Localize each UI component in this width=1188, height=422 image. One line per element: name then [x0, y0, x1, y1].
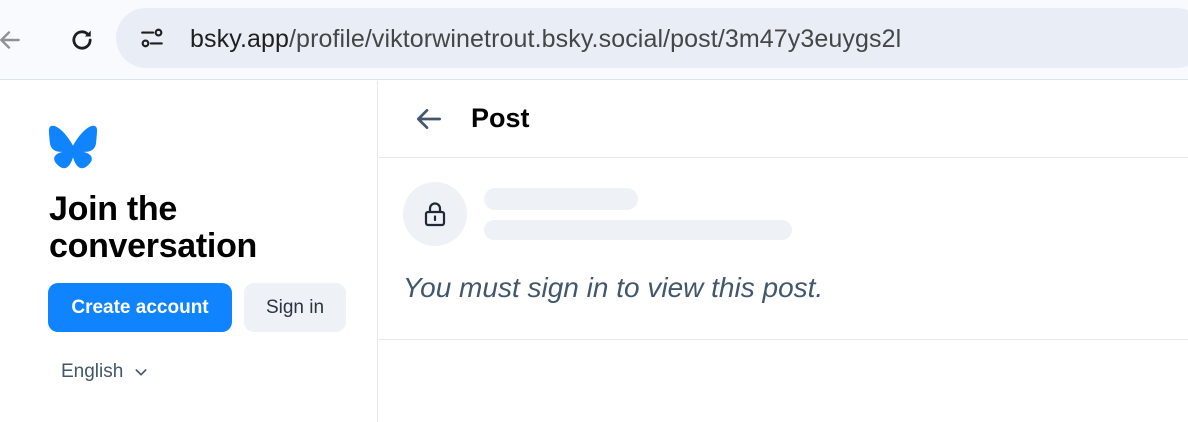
join-title: Join the conversation: [49, 190, 258, 265]
create-account-button[interactable]: Create account: [48, 283, 232, 332]
chevron-down-icon: [135, 369, 147, 376]
language-selector[interactable]: English: [61, 359, 149, 385]
left-sidebar: Join the conversation Create account Sig…: [0, 81, 378, 422]
lock-icon: [424, 202, 446, 227]
back-button[interactable]: [409, 101, 449, 137]
browser-back-button[interactable]: [0, 18, 32, 62]
url-host: bsky.app: [190, 25, 290, 53]
site-info-button[interactable]: [136, 22, 168, 54]
url-path: /profile/viktorwinetrout.bsky.social/pos…: [289, 25, 902, 53]
sign-in-required-message: You must sign in to view this post.: [403, 272, 824, 303]
back-arrow-icon: [0, 31, 20, 49]
butterfly-logo-icon: [48, 125, 98, 169]
url-text: bsky.app/profile/viktorwinetrout.bsky.so…: [190, 24, 901, 54]
author-name-placeholder: [484, 188, 638, 210]
address-bar[interactable]: bsky.app/profile/viktorwinetrout.bsky.so…: [116, 8, 1188, 68]
sign-in-button[interactable]: Sign in: [244, 283, 346, 332]
main-column: Post You must sign in to view this post.: [379, 81, 1188, 422]
browser-reload-button[interactable]: [60, 18, 104, 62]
post-header: Post: [379, 81, 1188, 158]
locked-post: You must sign in to view this post.: [379, 158, 1188, 340]
avatar: [403, 182, 467, 246]
author-handle-placeholder: [484, 220, 792, 240]
site-info-icon: [141, 28, 163, 48]
arrow-left-icon: [417, 109, 441, 129]
browser-toolbar: bsky.app/profile/viktorwinetrout.bsky.so…: [0, 0, 1188, 80]
page-title: Post: [471, 103, 530, 133]
language-label: English: [61, 361, 124, 382]
reload-icon: [72, 30, 92, 50]
